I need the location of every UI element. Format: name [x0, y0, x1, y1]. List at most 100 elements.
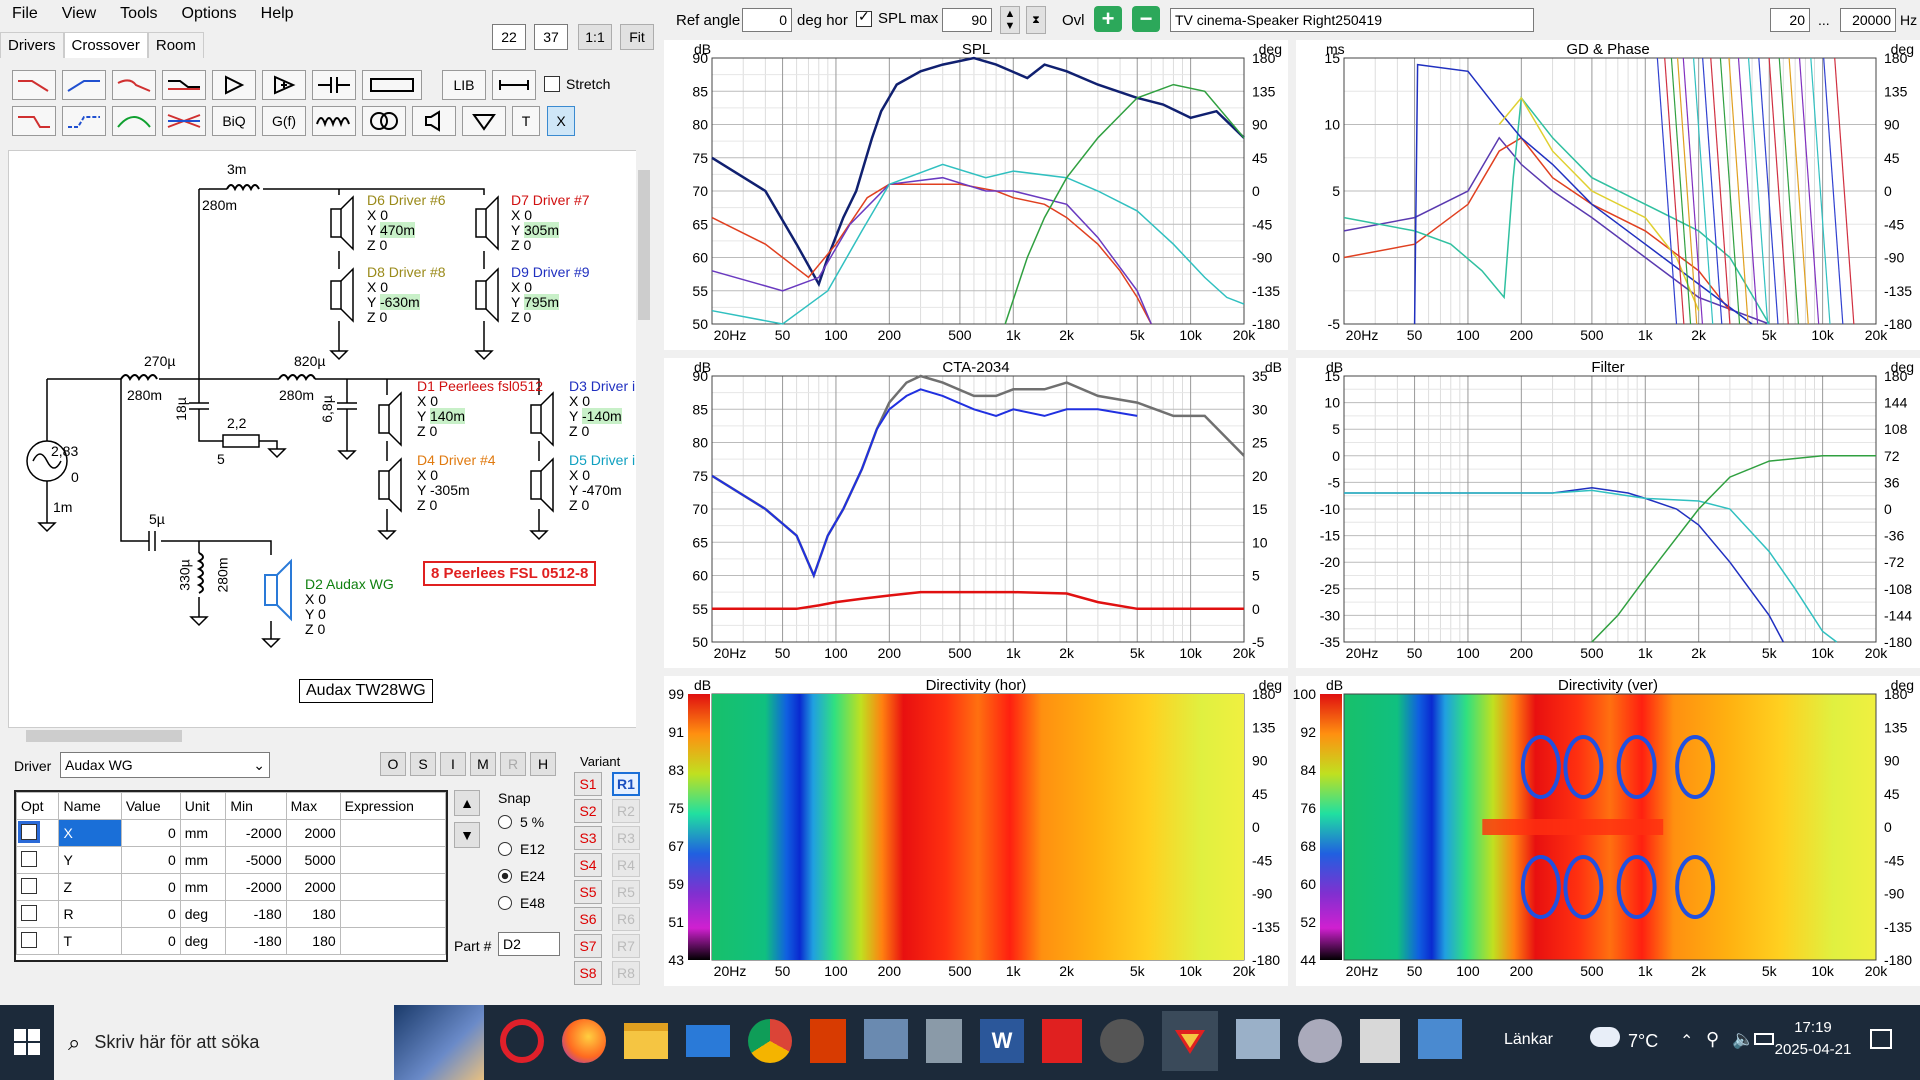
chrome-icon[interactable] [748, 1019, 792, 1063]
opt-checkbox[interactable] [21, 904, 37, 921]
zoom-fit-button[interactable]: Fit [620, 24, 654, 50]
mode-m-button[interactable]: M [470, 752, 496, 776]
buffer-icon[interactable] [212, 70, 256, 100]
schematic-canvas[interactable]: 3m 280m 270µ 280m 820µ 280m 18µ 2,2 5 6,… [8, 150, 638, 728]
param-min[interactable]: -2000 [225, 819, 287, 847]
param-name[interactable]: R [58, 900, 122, 928]
photos-icon[interactable] [1418, 1019, 1462, 1059]
tray-chevron-icon[interactable]: ⌃ [1680, 1031, 1693, 1051]
mode-r-button[interactable]: R [500, 752, 526, 776]
delete-button[interactable]: X [547, 106, 575, 136]
speaker-icon[interactable] [412, 106, 456, 136]
param-max[interactable]: 2000 [285, 873, 341, 901]
zoom-1to1-button[interactable]: 1:1 [578, 24, 612, 50]
param-value[interactable]: 0 [120, 927, 181, 955]
monitor-app-icon[interactable] [1236, 1019, 1280, 1059]
opt-checkbox[interactable] [18, 820, 40, 843]
snap-e12[interactable]: E12 [498, 841, 545, 857]
tab-room[interactable]: Room [147, 32, 204, 58]
tab-crossover[interactable]: Crossover [63, 32, 148, 58]
lowpass1-button[interactable] [12, 70, 56, 100]
param-min[interactable]: -180 [225, 900, 287, 928]
variant-r6[interactable]: R6 [612, 907, 640, 931]
mode-o-button[interactable]: O [380, 752, 406, 776]
remote-desktop-icon[interactable] [864, 1019, 908, 1059]
variant-r3[interactable]: R3 [612, 826, 640, 850]
java-icon[interactable] [1360, 1019, 1400, 1063]
note-red-label[interactable]: 8 Peerlees FSL 0512-8 [423, 561, 597, 586]
menu-options[interactable]: Options [170, 5, 249, 23]
highpass-steep-button[interactable] [62, 106, 106, 136]
mode-s-button[interactable]: S [410, 752, 436, 776]
param-expression[interactable] [339, 900, 447, 928]
driver-d7-label[interactable]: D7 Driver #7 X 0 Y 305m Z 0 [511, 193, 590, 253]
freq-max-input[interactable]: 20000 [1840, 8, 1896, 32]
driver-d1-label[interactable]: D1 Peerlees fsl0512 X 0 Y 140m Z 0 [417, 379, 543, 439]
param-max[interactable]: 5000 [285, 846, 341, 874]
wire-icon[interactable] [492, 70, 536, 100]
param-name[interactable]: X [58, 819, 122, 847]
opt-checkbox[interactable] [21, 850, 37, 867]
bandpass-button[interactable] [112, 106, 156, 136]
param-value[interactable]: 0 [120, 846, 181, 874]
variant-r2[interactable]: R2 [612, 799, 640, 823]
stretch-checkbox[interactable] [544, 76, 560, 92]
snap-e48[interactable]: E48 [498, 895, 545, 911]
temperature[interactable]: 7°C [1628, 1031, 1658, 1052]
param-expression[interactable] [339, 873, 447, 901]
lowpass-steep-button[interactable] [12, 106, 56, 136]
variant-r5[interactable]: R5 [612, 880, 640, 904]
tab-drivers[interactable]: Drivers [0, 32, 64, 58]
menu-file[interactable]: File [0, 5, 50, 23]
spl-max-toggle[interactable]: ✓ SPL max [856, 8, 938, 27]
lowpass2-button[interactable] [112, 70, 156, 100]
biquad-button[interactable]: BiQ [212, 106, 256, 136]
hscroll-thumb[interactable] [26, 730, 182, 742]
spl-max-checkbox[interactable]: ✓ [856, 8, 872, 27]
text-button[interactable]: T [512, 106, 540, 136]
file-explorer-icon[interactable] [624, 1023, 668, 1059]
schematic-vscrollbar[interactable] [636, 150, 652, 728]
driver-d4-label[interactable]: D4 Driver #4 X 0 Y -305m Z 0 [417, 453, 496, 513]
resistor-icon[interactable] [362, 70, 422, 100]
app-disc-icon[interactable] [1100, 1019, 1144, 1063]
table-row[interactable]: R 0 deg -180 180 [15, 900, 447, 928]
variant-s6[interactable]: S6 [574, 907, 602, 931]
notch-button[interactable] [162, 106, 206, 136]
network-icon[interactable]: ⚲ [1706, 1029, 1719, 1050]
param-min[interactable]: -180 [225, 927, 287, 955]
spl-spinner-fast[interactable]: ⧗ [1026, 6, 1046, 34]
driver-d2-label[interactable]: D2 Audax WG X 0 Y 0 Z 0 [305, 577, 394, 637]
calculator-icon[interactable] [926, 1019, 962, 1063]
opt-checkbox[interactable] [21, 931, 37, 948]
snap-e24[interactable]: E24 [498, 868, 545, 884]
variant-s5[interactable]: S5 [574, 880, 602, 904]
acrobat-icon[interactable] [1042, 1019, 1082, 1063]
variant-r7[interactable]: R7 [612, 934, 640, 958]
volume-icon[interactable]: 🔈 [1732, 1029, 1754, 1050]
param-expression[interactable] [339, 846, 447, 874]
move-down-button[interactable]: ▼ [454, 822, 480, 848]
menu-help[interactable]: Help [249, 5, 306, 23]
param-name[interactable]: T [58, 927, 122, 955]
param-value[interactable]: 0 [120, 873, 181, 901]
variant-s4[interactable]: S4 [574, 853, 602, 877]
opt-checkbox[interactable] [21, 877, 37, 894]
param-name[interactable]: Y [58, 846, 122, 874]
table-row[interactable]: Z 0 mm -2000 2000 [15, 873, 447, 901]
plots-svg[interactable]: SPLdB deg90858075706560555018013590450-45… [664, 40, 1920, 1000]
zoom-b-input[interactable]: 37 [534, 24, 568, 50]
driver-d9-label[interactable]: D9 Driver #9 X 0 Y 795m Z 0 [511, 265, 590, 325]
mail-icon[interactable] [686, 1025, 730, 1057]
variant-r4[interactable]: R4 [612, 853, 640, 877]
word-icon[interactable]: W [980, 1019, 1024, 1063]
driver-d6-label[interactable]: D6 Driver #6 X 0 Y 470m Z 0 [367, 193, 446, 253]
table-row[interactable]: T 0 deg -180 180 [15, 927, 447, 955]
notifications-icon[interactable] [1870, 1029, 1892, 1049]
variant-s3[interactable]: S3 [574, 826, 602, 850]
ref-angle-input[interactable]: 0 [742, 8, 792, 32]
shelf-button[interactable] [162, 70, 206, 100]
project-name-input[interactable]: TV cinema-Speaker Right250419 [1170, 8, 1534, 32]
param-expression[interactable] [339, 927, 447, 955]
param-expression[interactable] [339, 819, 447, 847]
